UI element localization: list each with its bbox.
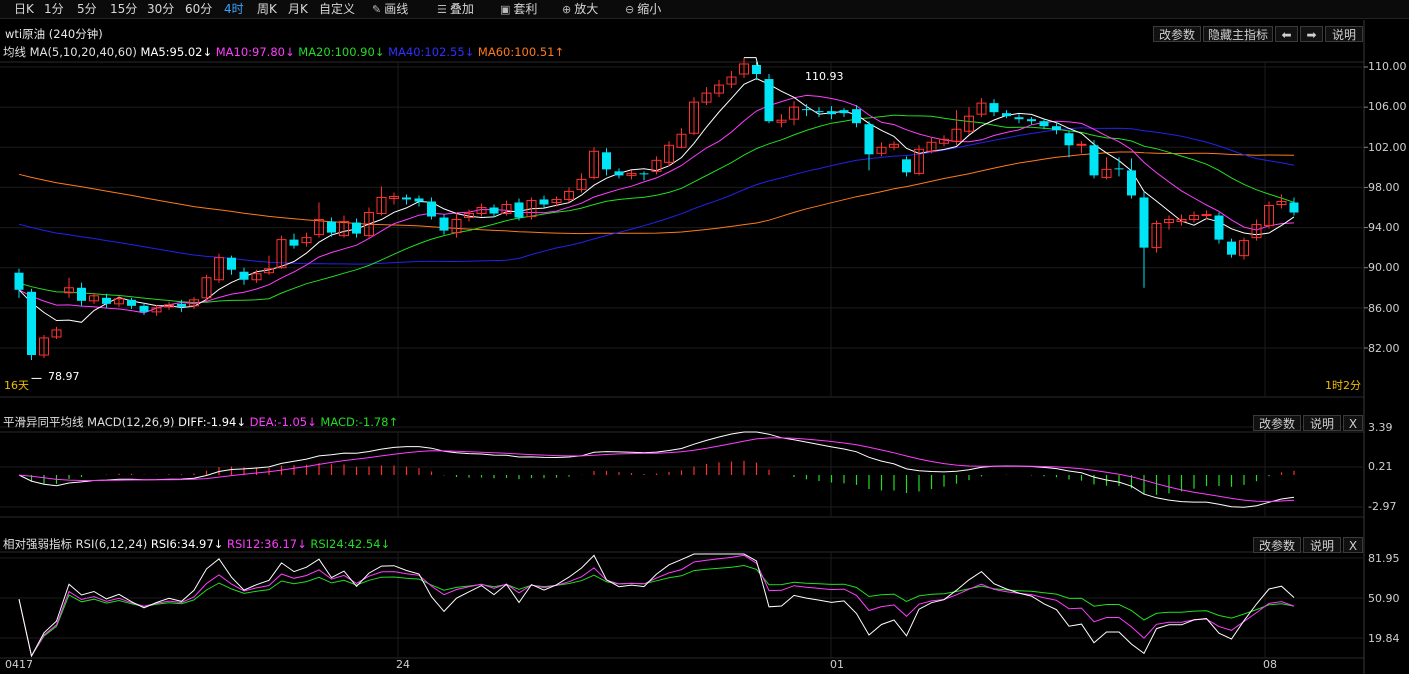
candle-body xyxy=(1076,143,1087,146)
rsi-close-button[interactable]: X xyxy=(1343,537,1363,553)
macd-legend: 平滑异同平均线 MACD(12,26,9) DIFF:-1.94↓ DEA:-1… xyxy=(3,413,398,431)
rsi-legend-name: 相对强弱指标 RSI(6,12,24) xyxy=(3,537,148,551)
macd-diff-value: DIFF:-1.94↓ xyxy=(178,415,247,429)
rsi-params-button[interactable]: 改参数 xyxy=(1253,537,1301,553)
price-tick: 102.00 xyxy=(1368,141,1407,154)
rsi6-value: RSI6:34.97↓ xyxy=(150,537,224,551)
candle-body xyxy=(1027,119,1036,122)
low-price-label: 78.97 xyxy=(48,370,80,383)
macd-dea-value: DEA:-1.05↓ xyxy=(249,415,317,429)
candle-body xyxy=(839,110,849,114)
price-tick: 98.00 xyxy=(1368,181,1400,194)
macd-dea-line xyxy=(18,437,1295,503)
price-tick: 94.00 xyxy=(1368,221,1400,234)
close-icon: X xyxy=(1348,539,1358,553)
ma40-line xyxy=(18,127,1295,265)
candle-body xyxy=(1052,126,1061,131)
candle-body xyxy=(1289,202,1299,213)
rsi-area xyxy=(18,553,1295,658)
candle-body xyxy=(764,79,774,122)
candle-body xyxy=(1114,168,1124,170)
candle-body xyxy=(239,271,249,280)
macd-close-button[interactable]: X xyxy=(1343,415,1363,431)
rsi-legend: 相对强弱指标 RSI(6,12,24) RSI6:34.97↓ RSI12:36… xyxy=(3,535,390,553)
close-icon: X xyxy=(1348,417,1358,431)
candle-body xyxy=(852,109,861,124)
candle-body xyxy=(414,198,424,202)
candle-body xyxy=(639,173,649,175)
candle-body xyxy=(539,199,549,205)
price-tick: 110.00 xyxy=(1368,60,1407,73)
right-span-label: 1时2分 xyxy=(1325,379,1361,392)
rsi-help-button[interactable]: 说明 xyxy=(1303,537,1341,553)
candle-body xyxy=(27,291,36,356)
x-tick: 01 xyxy=(830,658,844,671)
price-tick: 86.00 xyxy=(1368,302,1400,315)
ma5-line xyxy=(18,78,1295,323)
ma-lines xyxy=(18,78,1295,323)
candle-body xyxy=(127,299,136,306)
grid xyxy=(0,20,1368,674)
macd-tick: 3.39 xyxy=(1368,421,1393,434)
candle-body xyxy=(14,272,24,290)
candle-body xyxy=(439,217,449,231)
candle-body xyxy=(1139,197,1149,248)
candle-body xyxy=(327,221,336,233)
candle-body xyxy=(227,257,236,270)
candle-body xyxy=(814,111,824,113)
price-tick: 82.00 xyxy=(1368,342,1400,355)
candle-body xyxy=(177,303,186,307)
macd-params-button[interactable]: 改参数 xyxy=(1253,415,1301,431)
candle-body xyxy=(902,159,911,173)
rsi-tick: 19.84 xyxy=(1368,632,1400,645)
left-span-label: 16天 xyxy=(4,379,29,392)
price-tick: 90.00 xyxy=(1368,261,1400,274)
candle-body xyxy=(802,109,811,111)
rsi-tick: 81.95 xyxy=(1368,552,1400,565)
candle-body xyxy=(139,305,149,312)
candle-body xyxy=(1002,113,1011,117)
x-tick: 0417 xyxy=(5,658,33,671)
macd-macd-value: MACD:-1.78↑ xyxy=(320,415,399,429)
candle-body xyxy=(1089,145,1099,176)
candle-body xyxy=(989,103,999,113)
rsi12-value: RSI12:36.17↓ xyxy=(226,537,307,551)
candle-body xyxy=(752,64,761,75)
candle-body xyxy=(614,171,624,176)
macd-diff-line xyxy=(18,431,1295,508)
rsi24-line xyxy=(18,564,1295,658)
candle-body xyxy=(489,207,499,214)
candle-body xyxy=(402,197,411,200)
candle-body xyxy=(602,152,611,170)
macd-legend-name: 平滑异同平均线 MACD(12,26,9) xyxy=(3,415,175,429)
candle-body xyxy=(427,201,436,217)
macd-help-button[interactable]: 说明 xyxy=(1303,415,1341,431)
rsi-tick: 50.90 xyxy=(1368,592,1400,605)
candle-body xyxy=(864,124,874,155)
x-tick: 24 xyxy=(396,658,410,671)
rsi12-line xyxy=(18,554,1295,658)
candle-body xyxy=(1039,121,1049,127)
candle-body xyxy=(514,202,524,218)
candle-body xyxy=(1127,170,1136,196)
macd-area xyxy=(18,431,1295,508)
high-price-label: 110.93 xyxy=(805,70,844,83)
candle-body xyxy=(1014,117,1024,120)
candle-body xyxy=(77,287,86,301)
macd-tick: 0.21 xyxy=(1368,460,1393,473)
candle-body xyxy=(289,239,299,246)
rsi24-value: RSI24:42.54↓ xyxy=(310,537,391,551)
candle-body xyxy=(1227,241,1236,255)
candle-body xyxy=(827,111,836,115)
candle-body xyxy=(1064,133,1074,146)
candles xyxy=(14,57,1299,379)
candle-body xyxy=(352,222,361,234)
x-tick: 08 xyxy=(1263,658,1277,671)
chart-canvas[interactable] xyxy=(0,0,1409,674)
price-tick: 106.00 xyxy=(1368,100,1407,113)
macd-tick: -2.97 xyxy=(1368,500,1397,513)
candle-body xyxy=(102,297,111,304)
candle-body xyxy=(1214,215,1224,240)
